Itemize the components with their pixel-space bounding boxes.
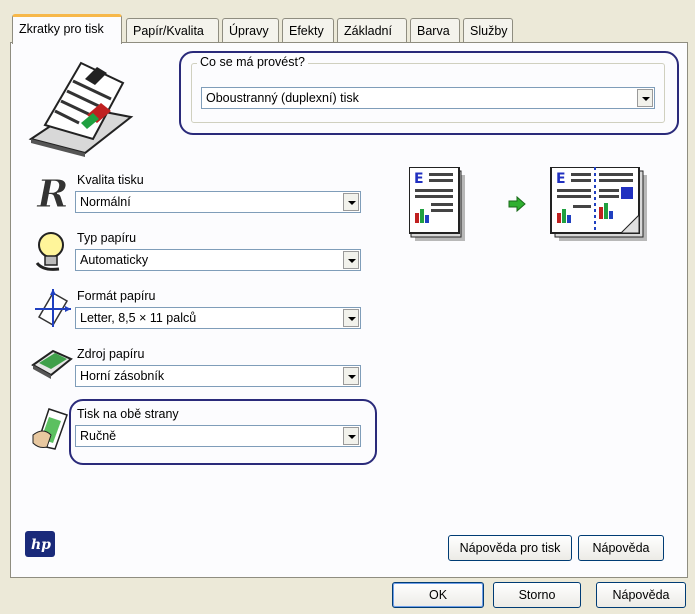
tab-shortcuts[interactable]: Zkratky pro tisk <box>12 14 122 44</box>
two-sided-label: Tisk na obě strany <box>77 407 179 421</box>
paper-source-select[interactable]: Horní zásobník <box>75 365 361 387</box>
chevron-down-icon[interactable] <box>343 193 359 211</box>
help-button[interactable]: Nápověda <box>596 582 686 608</box>
duplex-preview: E E <box>409 167 647 241</box>
svg-text:E: E <box>556 171 566 187</box>
tab-panel: Co se má provést? Oboustranný (duplexní)… <box>10 42 688 578</box>
chevron-down-icon[interactable] <box>343 309 359 327</box>
task-select-value: Oboustranný (duplexní) tisk <box>206 91 359 105</box>
tab-services[interactable]: Služby <box>463 18 513 42</box>
hp-logo-icon: hp <box>25 531 55 557</box>
chevron-down-icon[interactable] <box>343 427 359 445</box>
paper-size-select[interactable]: Letter, 8,5 × 11 palců <box>75 307 361 329</box>
two-sided-select-value: Ručně <box>80 429 117 443</box>
tab-color[interactable]: Barva <box>410 18 460 42</box>
paper-size-icon <box>35 289 71 327</box>
hand-flip-icon <box>32 408 68 450</box>
single-page-preview-icon: E <box>409 167 465 241</box>
tab-adjustments[interactable]: Úpravy <box>222 18 279 42</box>
paper-size-label: Formát papíru <box>77 289 156 303</box>
two-sided-select[interactable]: Ručně <box>75 425 361 447</box>
paper-size-select-value: Letter, 8,5 × 11 palců <box>80 311 197 325</box>
task-group-title: Co se má provést? <box>197 55 308 69</box>
duplex-preview-icon: E <box>550 167 647 241</box>
printer-document-icon <box>28 61 134 157</box>
help-panel-button[interactable]: Nápověda <box>578 535 664 561</box>
paper-source-select-value: Horní zásobník <box>80 369 165 383</box>
quality-label: Kvalita tisku <box>77 173 144 187</box>
quality-select-value: Normální <box>80 195 131 209</box>
paper-type-select[interactable]: Automaticky <box>75 249 361 271</box>
svg-text:R: R <box>36 171 69 215</box>
tab-effects[interactable]: Efekty <box>282 18 334 42</box>
chevron-down-icon[interactable] <box>343 367 359 385</box>
tab-basic[interactable]: Základní <box>337 18 407 42</box>
ok-button[interactable]: OK <box>392 582 484 608</box>
cancel-button[interactable]: Storno <box>493 582 581 608</box>
chevron-down-icon[interactable] <box>637 89 653 107</box>
paper-tray-icon <box>31 349 73 379</box>
quality-r-icon: R <box>36 171 70 215</box>
chevron-down-icon[interactable] <box>343 251 359 269</box>
quality-select[interactable]: Normální <box>75 191 361 213</box>
svg-text:E: E <box>414 171 424 187</box>
task-select[interactable]: Oboustranný (duplexní) tisk <box>201 87 655 109</box>
tab-paper-quality[interactable]: Papír/Kvalita <box>126 18 219 42</box>
lightbulb-icon <box>35 232 64 271</box>
paper-type-select-value: Automaticky <box>80 253 149 267</box>
green-arrow-icon <box>508 195 526 213</box>
paper-type-label: Typ papíru <box>77 231 137 245</box>
paper-source-label: Zdroj papíru <box>77 347 145 361</box>
svg-text:hp: hp <box>31 537 51 553</box>
print-help-button[interactable]: Nápověda pro tisk <box>448 535 572 561</box>
